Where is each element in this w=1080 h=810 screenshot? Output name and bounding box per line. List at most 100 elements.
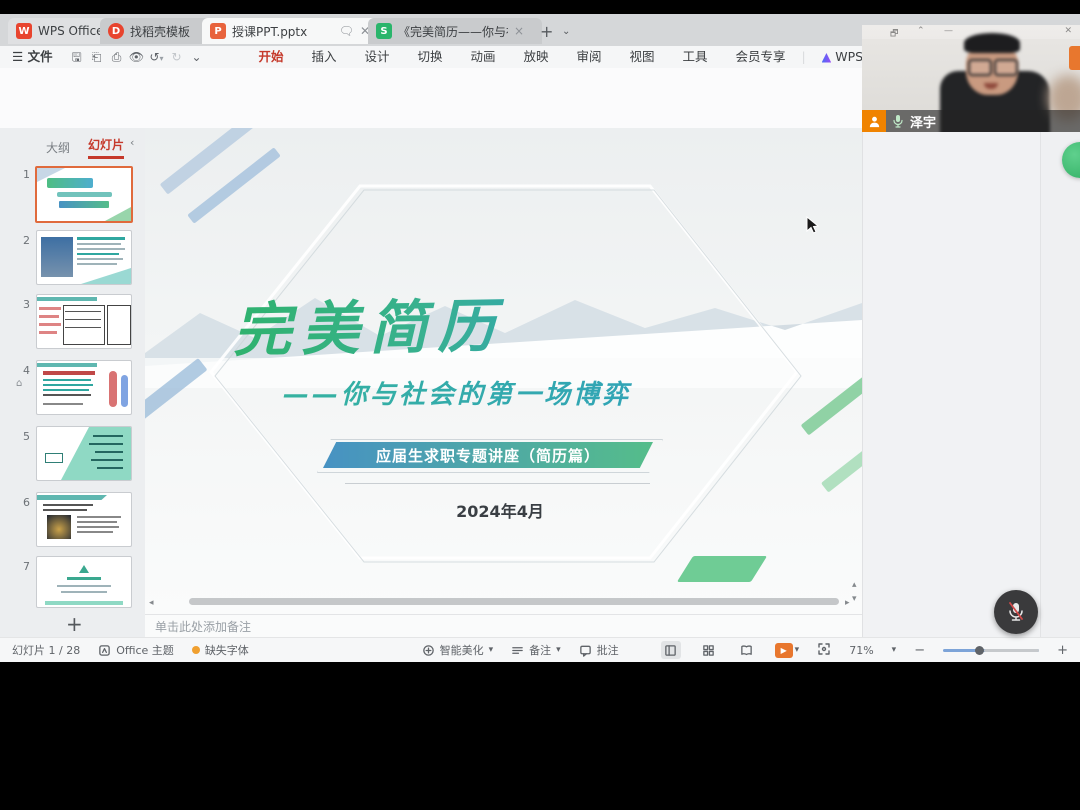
beautify-icon [422,644,435,657]
tab-label: 《完美简历——你与社会的第一场 [398,23,508,40]
normal-view-icon [664,644,677,657]
slide-subtitle[interactable]: ——你与社会的第一场博弈 [283,374,763,411]
sheet-file-icon: S [376,23,392,39]
slide-thumbnail-4[interactable] [36,360,132,415]
slide-counter: 幻灯片 1 / 28 [12,642,80,658]
slide-number: 5 [14,430,30,443]
slide-date[interactable]: 2024年4月 [400,498,600,522]
save-icon[interactable]: 🖫 [69,48,85,69]
comments-button[interactable]: 批注 [579,642,619,658]
comments-icon [579,644,592,657]
zoom-slider[interactable] [943,649,1039,652]
right-icon-strip: ••• [1040,128,1080,662]
slide-banner[interactable]: 应届生求职专题讲座（简历篇） [323,442,653,468]
letterbox-top [0,0,1080,14]
tab-label: WPS Office [38,24,104,38]
slide-sidebar: 大纲 幻灯片 ‹ 1 2 3 4 ⌂ [0,128,145,637]
slide-transition-icon: ⌂ [16,378,22,389]
file-menu[interactable]: ☰ 文件 [0,46,65,68]
notes-placeholder: 单击此处添加备注 [155,618,251,635]
slide-sorter-button[interactable] [699,641,719,659]
output-icon[interactable]: ⎗ [89,50,105,65]
ribbon-tab-transition[interactable]: 切换 [405,46,454,68]
slide-thumbnail-2[interactable] [36,230,132,285]
glasses-right-lens [994,59,1018,76]
slide-title[interactable]: 完美简历 [232,276,653,367]
slide-thumbnail-1[interactable] [35,166,133,223]
warning-dot-icon [192,646,200,654]
tab-spreadsheet[interactable]: S 《完美简历——你与社会的第一场 × [368,18,542,44]
tab-active-pptx[interactable]: P 授课PPT.pptx 🗨 ✕ [202,18,378,44]
slide-thumbnail-6[interactable] [36,492,132,547]
slide-thumbnail-5[interactable] [36,426,132,481]
zoom-level[interactable]: 71% [849,644,873,657]
ribbon-tab-design[interactable]: 设计 [352,46,401,68]
theme-icon [98,644,111,657]
normal-view-button[interactable] [661,641,681,659]
ribbon-tab-member[interactable]: 会员专享 [723,46,797,68]
webcam-overlay[interactable]: 🗗 ⌃ — ✕ 泽宇 [862,25,1080,132]
fit-window-button[interactable] [817,642,831,659]
mic-muted-icon [1006,601,1026,623]
slideshow-button[interactable]: ▶ ▾ [775,643,800,658]
zoom-in-button[interactable]: + [1057,643,1068,658]
notes-pane[interactable]: 单击此处添加备注 [145,614,862,637]
ribbon-tab-review[interactable]: 审阅 [564,46,613,68]
redo-icon[interactable]: ↻ [168,50,184,64]
zoom-slider-handle[interactable] [975,646,984,655]
slide-thumbnail-7[interactable] [36,556,132,608]
add-slide-button[interactable]: + [66,612,83,636]
hscroll-right-arrow[interactable]: ▸ [845,598,850,608]
ribbon-tab-view[interactable]: 视图 [617,46,666,68]
horizontal-scrollbar[interactable] [189,598,839,605]
ribbon-tab-slideshow[interactable]: 放映 [511,46,560,68]
print-icon[interactable]: ⎙ [109,50,125,65]
slide-number: 4 [14,364,30,377]
missing-font-button[interactable]: 缺失字体 [192,642,249,658]
tab-outline[interactable]: 大纲 [46,139,70,156]
notes-toggle-button[interactable]: 备注▾ [511,642,561,658]
webcam-name-band: 泽宇 [862,110,1080,132]
ribbon-tab-animation[interactable]: 动画 [458,46,507,68]
tab-list-chevron-icon[interactable]: ⌄ [562,26,570,37]
new-tab-button[interactable]: + [540,22,553,41]
toolbar-collapse-icon[interactable]: ⌄ [188,50,204,64]
side-tab-orange[interactable] [1069,46,1080,70]
tab-slides[interactable]: 幻灯片 [88,136,124,159]
fit-icon [817,642,831,656]
smart-beautify-button[interactable]: 智能美化▾ [422,642,494,658]
ribbon-tab-insert[interactable]: 插入 [299,46,348,68]
preview-icon[interactable]: 👁 [129,50,145,64]
tab-wps-home[interactable]: W WPS Office [8,18,112,44]
presenter-hair [964,33,1020,53]
undo-icon[interactable]: ↺▾ [149,50,165,64]
reading-view-button[interactable] [737,641,757,659]
zoom-chevron-icon[interactable]: ▾ [892,645,897,655]
docer-icon: D [108,23,124,39]
ribbon-tab-tools[interactable]: 工具 [670,46,719,68]
zoom-out-button[interactable]: − [914,643,925,658]
tab-close-icon[interactable]: × [514,24,524,38]
slide-divider-line [345,483,650,484]
vscroll-down-arrow[interactable]: ▾ [852,594,857,604]
theme-button[interactable]: Office 主题 [98,642,174,658]
slide-number: 3 [14,298,30,311]
hscroll-left-arrow[interactable]: ◂ [149,598,154,608]
avatar-icon [862,110,886,132]
window-close-icon: ✕ [1064,26,1072,36]
tab-comment-icon[interactable]: 🗨 [339,24,354,38]
slide-thumbnail-3[interactable] [36,294,132,349]
tab-label: 授课PPT.pptx [232,23,307,40]
presenter-name: 泽宇 [910,112,936,131]
mic-muted-fab[interactable] [994,590,1038,634]
slide-canvas[interactable]: 完美简历 ——你与社会的第一场博弈 应届生求职专题讲座（简历篇） 2024年4月… [145,128,862,614]
wps-ai-icon: ▲ [822,49,832,64]
sidebar-collapse-icon[interactable]: ‹ [130,136,134,149]
tab-docer-templates[interactable]: D 找稻壳模板 [100,18,212,44]
glasses-left-lens [968,59,992,76]
mic-on-icon [892,114,904,128]
tab-label: 找稻壳模板 [130,23,190,40]
slide-number: 2 [14,234,30,247]
vscroll-up-arrow[interactable]: ▴ [852,580,857,590]
play-icon: ▶ [775,643,793,658]
